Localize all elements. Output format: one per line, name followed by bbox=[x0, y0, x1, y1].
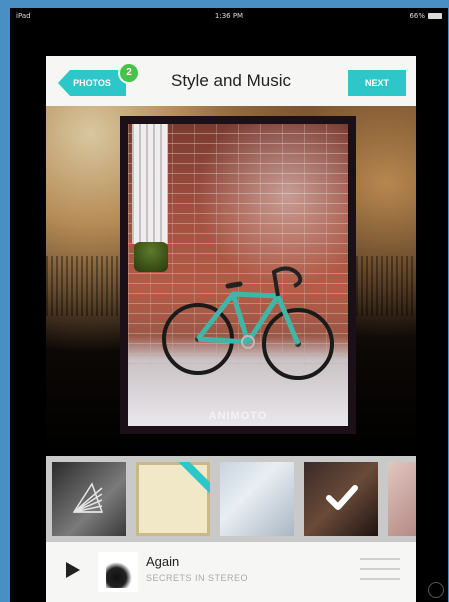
status-bar: iPad 1:36 PM 66% bbox=[10, 8, 448, 24]
song-artist: SECRETS IN STEREO bbox=[146, 573, 249, 583]
header-bar: PHOTOS 2 Style and Music NEXT bbox=[46, 56, 416, 106]
battery-status: 66% bbox=[409, 12, 442, 20]
window-grate bbox=[132, 124, 168, 244]
battery-label: 66% bbox=[409, 12, 425, 20]
home-button-icon bbox=[428, 582, 444, 598]
music-player: Again SECRETS IN STEREO bbox=[46, 542, 416, 602]
reorder-menu-icon[interactable] bbox=[360, 558, 400, 588]
preview-stage: ANIMOTO bbox=[46, 106, 416, 456]
battery-icon bbox=[428, 13, 442, 19]
check-icon bbox=[326, 485, 358, 510]
bicycle-image bbox=[162, 266, 334, 380]
style-thumbnail-1[interactable] bbox=[52, 462, 126, 536]
style-thumbnail-5[interactable] bbox=[388, 462, 416, 536]
album-art bbox=[98, 552, 138, 592]
status-time: 1:36 PM bbox=[214, 12, 244, 20]
style-thumbnail-4-selected[interactable] bbox=[304, 462, 378, 536]
device-screen: iPad 1:36 PM 66% PHOTOS 2 Style and Musi… bbox=[10, 8, 448, 602]
watermark-text: ANIMOTO bbox=[208, 410, 268, 422]
album-splash-image bbox=[106, 562, 132, 588]
play-icon[interactable] bbox=[66, 562, 80, 578]
triangle-icon bbox=[72, 482, 104, 513]
style-thumbnail-2[interactable] bbox=[136, 462, 210, 536]
style-picker bbox=[46, 456, 416, 542]
photo-preview bbox=[128, 124, 348, 426]
style-thumbnail-3[interactable] bbox=[220, 462, 294, 536]
photo-preview-frame[interactable]: ANIMOTO bbox=[120, 116, 356, 434]
ribbon-icon bbox=[176, 462, 210, 496]
style-and-music-panel: PHOTOS 2 Style and Music NEXT ANIMOTO Ag… bbox=[46, 56, 416, 602]
song-title: Again bbox=[146, 554, 180, 569]
next-button[interactable]: NEXT bbox=[348, 70, 406, 96]
